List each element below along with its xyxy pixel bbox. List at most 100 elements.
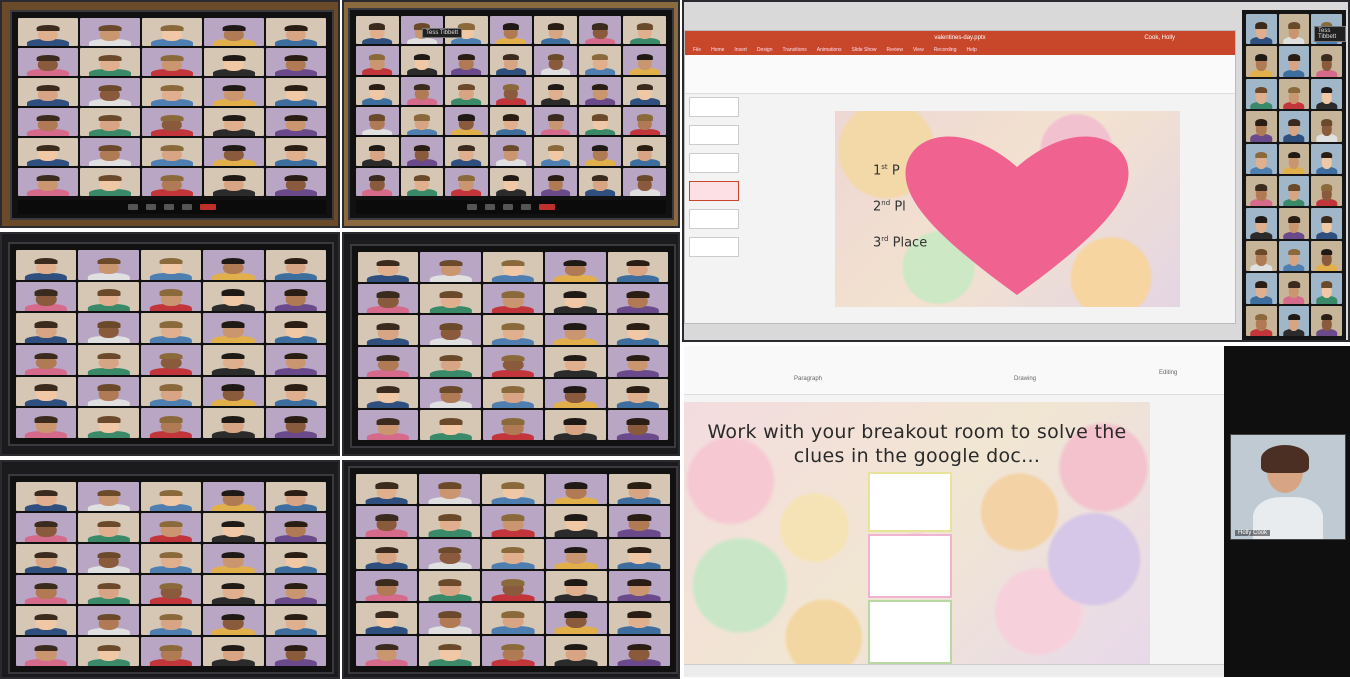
participant-video-tile[interactable]	[266, 138, 326, 166]
participant-video-tile[interactable]	[78, 344, 139, 375]
participant-video-tile[interactable]	[265, 281, 326, 312]
participant-video-tile[interactable]	[142, 168, 202, 196]
slide-thumbnail[interactable]	[689, 153, 739, 173]
participant-video-tile[interactable]	[482, 346, 544, 377]
participant-video-tile[interactable]	[78, 482, 139, 511]
participant-video-tile[interactable]	[140, 575, 202, 604]
participant-video-tile[interactable]	[16, 606, 77, 635]
slide-thumbnail[interactable]	[689, 125, 739, 145]
participant-video-tile[interactable]	[400, 107, 444, 136]
participant-video-tile[interactable]	[445, 76, 488, 105]
participant-video-tile[interactable]	[356, 538, 418, 569]
participant-video-tile[interactable]	[140, 408, 202, 438]
participant-video-tile[interactable]	[204, 138, 264, 166]
ribbon-tab[interactable]: Recording	[934, 47, 957, 53]
participant-video-tile[interactable]	[482, 603, 544, 634]
participant-video-tile[interactable]	[623, 76, 666, 105]
participant-video-tile[interactable]	[1278, 273, 1310, 304]
participant-video-tile[interactable]	[482, 315, 544, 345]
participant-video-tile[interactable]	[1311, 175, 1342, 207]
participant-video-tile[interactable]	[1311, 240, 1342, 272]
participant-video-tile[interactable]	[356, 46, 399, 75]
participant-video-tile[interactable]	[400, 76, 444, 105]
participant-video-tile[interactable]	[419, 571, 481, 602]
participant-video-tile[interactable]	[420, 410, 481, 440]
participant-video-tile[interactable]	[204, 168, 264, 196]
participant-video-tile[interactable]	[1246, 175, 1277, 207]
participant-video-tile[interactable]	[623, 137, 666, 166]
participant-video-tile[interactable]	[1278, 111, 1310, 142]
participant-video-tile[interactable]	[142, 138, 202, 166]
participant-video-tile[interactable]	[266, 48, 326, 76]
participant-video-tile[interactable]	[419, 506, 481, 537]
participant-video-tile[interactable]	[16, 513, 77, 542]
participant-video-tile[interactable]	[140, 606, 202, 635]
participant-video-tile[interactable]	[80, 78, 140, 106]
participant-video-tile[interactable]	[265, 313, 326, 343]
participant-video-tile[interactable]	[266, 18, 326, 46]
participant-video-tile[interactable]	[608, 474, 670, 505]
participant-video-tile[interactable]	[356, 107, 399, 136]
participant-video-tile[interactable]	[140, 482, 202, 511]
participant-video-tile[interactable]	[18, 78, 78, 106]
participant-video-tile[interactable]	[265, 513, 326, 542]
participant-video-tile[interactable]	[78, 376, 139, 407]
participant-video-tile[interactable]	[1278, 46, 1310, 77]
participant-video-tile[interactable]	[534, 16, 577, 45]
participant-video-tile[interactable]	[400, 137, 444, 166]
participant-video-tile[interactable]	[78, 281, 139, 312]
participant-video-tile[interactable]	[1311, 143, 1342, 174]
participant-video-tile[interactable]	[203, 606, 264, 635]
participant-video-tile[interactable]	[578, 107, 622, 136]
participant-video-tile[interactable]	[80, 138, 140, 166]
participant-video-tile[interactable]	[445, 137, 488, 166]
slide-thumbnail[interactable]	[689, 237, 739, 257]
participant-video-tile[interactable]	[16, 544, 77, 573]
participant-video-tile[interactable]	[607, 410, 668, 440]
participant-video-tile[interactable]	[489, 16, 533, 45]
participant-video-tile[interactable]	[140, 544, 202, 573]
participant-video-tile[interactable]	[534, 137, 577, 166]
participant-video-tile[interactable]	[608, 506, 670, 537]
participant-video-tile[interactable]	[265, 344, 326, 375]
participant-video-tile[interactable]	[608, 538, 670, 569]
participant-video-tile[interactable]	[140, 637, 202, 666]
participant-video-tile[interactable]	[140, 313, 202, 343]
participant-video-tile[interactable]	[545, 378, 606, 409]
participant-video-tile[interactable]	[1311, 78, 1342, 110]
participant-video-tile[interactable]	[534, 107, 577, 136]
participant-video-tile[interactable]	[482, 283, 544, 314]
participant-video-tile[interactable]	[534, 76, 577, 105]
participant-video-tile[interactable]	[203, 513, 264, 542]
participant-video-tile[interactable]	[265, 544, 326, 573]
participant-video-tile[interactable]	[482, 252, 544, 282]
participant-video-tile[interactable]	[203, 408, 264, 438]
participant-video-tile[interactable]	[142, 78, 202, 106]
participant-video-tile[interactable]	[16, 313, 77, 343]
participant-video-tile[interactable]	[578, 46, 622, 75]
participant-video-tile[interactable]	[142, 108, 202, 136]
participant-video-tile[interactable]	[18, 138, 78, 166]
participant-video-tile[interactable]	[1246, 78, 1277, 110]
participant-video-tile[interactable]	[482, 378, 544, 409]
end-meeting-button[interactable]	[539, 204, 555, 210]
participant-video-tile[interactable]	[265, 637, 326, 666]
participant-video-tile[interactable]	[358, 346, 419, 377]
participant-video-tile[interactable]	[482, 538, 544, 569]
participant-video-tile[interactable]	[420, 283, 481, 314]
participant-video-tile[interactable]	[608, 603, 670, 634]
participant-video-tile[interactable]	[1311, 305, 1342, 336]
participant-video-tile[interactable]	[358, 315, 419, 345]
participant-video-tile[interactable]	[16, 482, 77, 511]
participant-video-tile[interactable]	[482, 474, 544, 505]
participant-video-tile[interactable]	[1246, 143, 1277, 174]
participant-video-tile[interactable]	[265, 606, 326, 635]
participant-video-tile[interactable]	[356, 603, 418, 634]
participant-video-tile[interactable]	[489, 167, 533, 196]
participant-video-tile[interactable]	[140, 281, 202, 312]
participant-video-tile[interactable]	[80, 168, 140, 196]
participant-video-tile[interactable]	[545, 410, 606, 440]
participant-video-tile[interactable]	[419, 474, 481, 505]
participant-video-tile[interactable]	[78, 637, 139, 666]
slide-thumbnail[interactable]	[689, 209, 739, 229]
